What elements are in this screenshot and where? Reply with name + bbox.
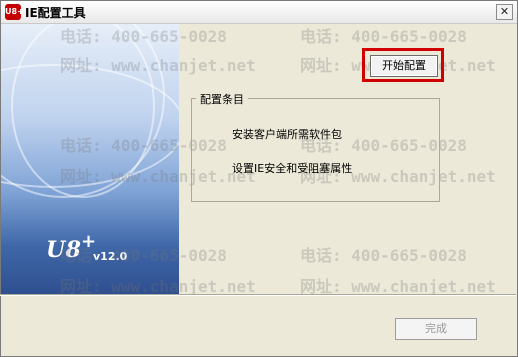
close-button[interactable]: ✕	[496, 4, 513, 20]
start-config-button[interactable]: 开始配置	[370, 55, 438, 77]
config-items-legend: 配置条目	[196, 91, 248, 107]
finish-button[interactable]: 完成	[395, 318, 477, 340]
u8-logo: U8	[46, 237, 82, 263]
u8-plus-mark: +	[81, 231, 97, 252]
u8-app-icon: U8+	[5, 4, 24, 20]
branding-panel: U8 + v12.0	[1, 24, 179, 295]
window-title: IE配置工具	[25, 6, 86, 20]
config-items-group	[191, 98, 440, 202]
title-bar[interactable]: U8+ IE配置工具 ✕	[1, 1, 517, 24]
config-item-install-packages: 安装客户端所需软件包	[232, 128, 342, 141]
version-label: v12.0	[93, 250, 128, 263]
footer-divider	[0, 294, 516, 296]
config-item-ie-security: 设置IE安全和受阻塞属性	[232, 162, 353, 175]
